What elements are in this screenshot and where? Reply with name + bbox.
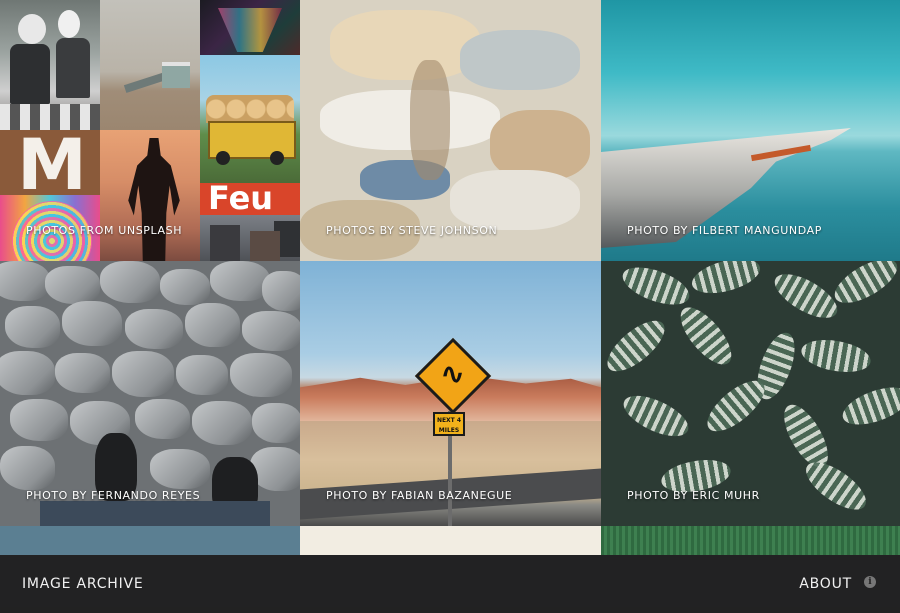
- winding-road-arrow-icon: ∿: [440, 357, 466, 392]
- rock: [176, 355, 228, 395]
- rock: [192, 401, 252, 445]
- gallery-tile-steve-johnson[interactable]: PHOTOS BY STEVE JOHNSON: [300, 0, 601, 261]
- tile-caption: PHOTOS BY STEVE JOHNSON: [326, 224, 498, 237]
- mosaic-photo-truck: [200, 55, 300, 183]
- gallery-tile-fernando-reyes[interactable]: PHOTO BY FERNANDO REYES: [0, 261, 300, 526]
- rock: [45, 266, 100, 304]
- rock: [0, 446, 55, 490]
- next-miles-plate: NEXT 4 MILES: [433, 412, 465, 436]
- mosaic-photo-silhouette: [100, 130, 200, 261]
- tile-caption: PHOTOS FROM UNSPLASH: [26, 224, 183, 237]
- leaf: [617, 261, 695, 313]
- rock: [262, 271, 300, 311]
- rock: [125, 309, 183, 349]
- tile-caption: PHOTO BY ERIC MUHR: [627, 489, 760, 502]
- paint-stroke: [330, 10, 480, 80]
- rock: [230, 353, 292, 397]
- rock: [242, 311, 300, 351]
- site-title[interactable]: IMAGE ARCHIVE: [22, 555, 144, 607]
- gallery-tile-partial[interactable]: [300, 526, 601, 555]
- gallery-tile-eric-muhr[interactable]: PHOTO BY ERIC MUHR: [601, 261, 900, 526]
- leaf: [828, 261, 900, 312]
- jeans: [40, 501, 270, 526]
- rock: [160, 269, 210, 305]
- leaf: [768, 265, 844, 327]
- gallery-tile-partial[interactable]: [0, 526, 300, 555]
- footer-bar: IMAGE ARCHIVE ABOUT i: [0, 555, 900, 607]
- rock: [185, 303, 240, 347]
- tile-caption: PHOTO BY FILBERT MANGUNDAP: [627, 224, 822, 237]
- leaf: [688, 261, 764, 300]
- rock: [135, 399, 190, 439]
- mosaic-sign-text: Feu: [208, 183, 274, 215]
- leaf: [601, 312, 673, 380]
- rock: [112, 351, 174, 397]
- rock: [252, 403, 300, 443]
- gallery-tile-fabian-bazanegue[interactable]: ∿ NEXT 4 MILES PHOTO BY FABIAN BAZANEGUE: [300, 261, 601, 526]
- tile-caption: PHOTO BY FERNANDO REYES: [26, 489, 201, 502]
- rock: [210, 261, 270, 301]
- leaf: [798, 335, 874, 377]
- rock: [10, 399, 68, 441]
- mosaic-photo-buildings: [200, 215, 300, 261]
- mosaic-photo-letter-m: M: [0, 130, 100, 195]
- leaf: [699, 372, 773, 440]
- rock: [100, 261, 160, 303]
- gallery-tile-partial[interactable]: [601, 526, 900, 555]
- gallery-tile-filbert-mangundap[interactable]: PHOTO BY FILBERT MANGUNDAP: [601, 0, 900, 261]
- photo-grid: M Feu PHOTOS FROM UNSPLASH PHOTOS BY STE…: [0, 0, 900, 555]
- mosaic-photo-masked-people: [0, 0, 100, 130]
- gallery-tile-unsplash[interactable]: M Feu PHOTOS FROM UNSPLASH: [0, 0, 300, 261]
- paint-stroke: [410, 60, 450, 180]
- leaf: [672, 299, 740, 373]
- leaf: [837, 379, 900, 433]
- info-icon[interactable]: i: [864, 576, 876, 588]
- rock: [0, 261, 50, 301]
- leaf: [798, 453, 874, 519]
- mosaic-photo-sign-text: Feu: [200, 183, 300, 215]
- rock: [62, 301, 122, 346]
- paint-stroke: [460, 30, 580, 90]
- tile-caption: PHOTO BY FABIAN BAZANEGUE: [326, 489, 513, 502]
- leaf: [775, 398, 837, 474]
- rock: [150, 449, 210, 489]
- paint-stroke: [450, 170, 580, 230]
- about-link[interactable]: ABOUT: [799, 555, 852, 607]
- leaf: [617, 387, 695, 445]
- mosaic-photo-graffiti-tunnel: [200, 0, 300, 55]
- rock: [55, 353, 110, 393]
- rock: [0, 351, 55, 395]
- mosaic-photo-lifeguard-tower: [100, 0, 200, 130]
- rock: [5, 306, 60, 348]
